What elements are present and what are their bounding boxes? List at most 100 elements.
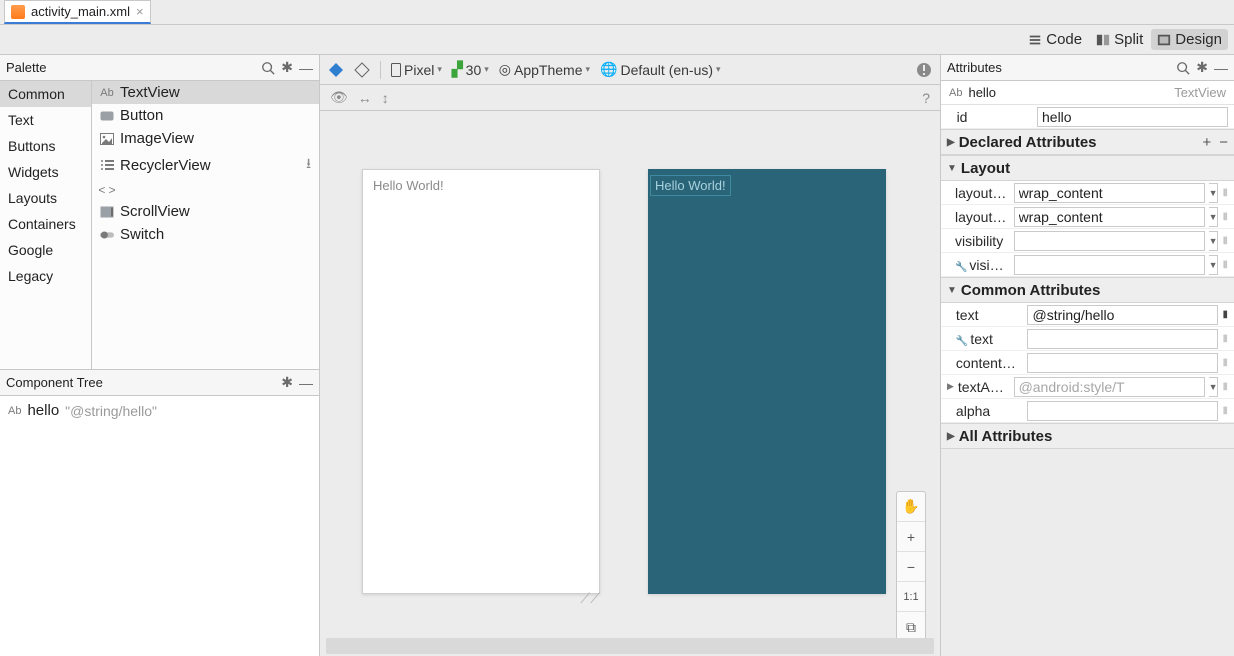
attr-input-layout-width[interactable] <box>1014 183 1205 203</box>
attr-flag-icon[interactable]: ▮ <box>1222 402 1228 420</box>
palette-category-buttons[interactable]: Buttons <box>0 133 91 159</box>
attr-flag-icon[interactable]: ▮ <box>1222 330 1228 348</box>
attr-flag-icon[interactable]: ▮ <box>1222 354 1228 372</box>
view-mode-split-label: Split <box>1114 31 1143 48</box>
attr-input-content-description[interactable] <box>1027 353 1218 373</box>
attr-input-layout-height[interactable] <box>1014 207 1205 227</box>
dropdown-icon[interactable]: ▼ <box>1209 377 1219 397</box>
dropdown-icon[interactable]: ▼ <box>1209 183 1219 203</box>
palette-item-switch[interactable]: Switch <box>92 223 319 246</box>
palette-settings-icon[interactable]: ✱ <box>281 59 293 76</box>
resize-handle-icon[interactable]: ⟋⟋ <box>580 590 600 607</box>
palette-search-icon[interactable] <box>261 61 275 75</box>
attr-row-layout-width: layout_width ▼ ▮ <box>941 181 1234 205</box>
attr-flag-icon[interactable]: ▮ <box>1222 256 1228 274</box>
attributes-header: Attributes ✱ — <box>941 55 1234 81</box>
palette-item-scrollview[interactable]: ScrollView <box>92 200 319 223</box>
locale-selector[interactable]: 🌐 Default (en-us) ▾ <box>600 61 721 78</box>
section-all-attributes[interactable]: ▶ All Attributes <box>941 423 1234 449</box>
download-icon[interactable]: ⭳ <box>306 153 311 177</box>
remove-attribute-icon[interactable]: − <box>1219 134 1228 151</box>
view-mode-code[interactable]: Code <box>1022 29 1088 50</box>
palette-category-google[interactable]: Google <box>0 237 91 263</box>
component-tree-node-hello[interactable]: Ab hello "@string/hello" <box>8 402 311 419</box>
scroll-icon <box>100 206 114 218</box>
palette-item-fragment[interactable]: < > <box>92 180 319 200</box>
visibility-icon[interactable]: 👁 <box>330 89 348 106</box>
preview-text-design[interactable]: Hello World! <box>363 170 599 201</box>
attr-flag-icon[interactable]: ▮ <box>1222 378 1228 396</box>
close-tab-icon[interactable]: × <box>136 4 144 19</box>
palette-category-widgets[interactable]: Widgets <box>0 159 91 185</box>
zoom-frame-button[interactable]: ⧉ <box>897 612 925 638</box>
toolbar-separator <box>380 61 381 79</box>
palette-item-recyclerview[interactable]: RecyclerView⭳ <box>92 150 319 180</box>
pan-tool-button[interactable]: ✋ <box>897 492 925 522</box>
attr-flag-icon[interactable]: ▮ <box>1222 208 1228 226</box>
dropdown-icon[interactable]: ▼ <box>1209 231 1219 251</box>
palette-category-legacy[interactable]: Legacy <box>0 263 91 289</box>
design-icon <box>1157 33 1171 47</box>
view-mode-code-label: Code <box>1046 31 1082 48</box>
api-selector[interactable]: ▞ 30 ▾ <box>452 61 489 78</box>
palette-minimize-icon[interactable]: — <box>299 60 313 76</box>
device-preview-blueprint[interactable]: Hello World! <box>648 169 886 594</box>
file-tab-activity-main[interactable]: activity_main.xml × <box>4 0 151 24</box>
expand-icon[interactable]: ▶ <box>947 381 954 392</box>
theme-selector[interactable]: ◎ AppTheme ▾ <box>499 61 590 78</box>
attr-label-text: text <box>956 307 1024 323</box>
section-common-attributes[interactable]: ▼ Common Attributes <box>941 277 1234 303</box>
zoom-fit-button[interactable]: 1:1 <box>897 582 925 612</box>
component-tree-minimize-icon[interactable]: — <box>299 375 313 391</box>
main-layout: Palette ✱ — CommonTextButtonsWidgetsLayo… <box>0 55 1234 656</box>
dropdown-icon[interactable]: ▼ <box>1209 207 1219 227</box>
section-layout[interactable]: ▼ Layout <box>941 155 1234 181</box>
attr-input-id[interactable] <box>1037 107 1228 127</box>
palette-item-label: ImageView <box>120 130 194 147</box>
attr-input-text[interactable] <box>1027 305 1218 325</box>
expand-horizontal-icon[interactable]: ↔ <box>358 90 372 106</box>
attr-input-alpha[interactable] <box>1027 401 1218 421</box>
palette-item-textview[interactable]: AbTextView <box>92 81 319 104</box>
attributes-minimize-icon[interactable]: — <box>1214 60 1228 76</box>
palette-category-containers[interactable]: Containers <box>0 211 91 237</box>
palette-header: Palette ✱ — <box>0 55 319 81</box>
attributes-search-icon[interactable] <box>1176 61 1190 75</box>
attr-flag-icon[interactable]: ▮ <box>1222 184 1228 202</box>
attr-label-content-description: contentDescrip... <box>956 355 1024 371</box>
palette-category-text[interactable]: Text <box>0 107 91 133</box>
palette-category-common[interactable]: Common <box>0 81 91 107</box>
canvas-zoom-tools: ✋ + − 1:1 ⧉ <box>896 491 926 638</box>
section-declared-attributes[interactable]: ▶ Declared Attributes + − <box>941 129 1234 155</box>
attr-input-text-appearance[interactable] <box>1014 377 1205 397</box>
help-icon[interactable]: ? <box>922 90 930 106</box>
palette-item-imageview[interactable]: ImageView <box>92 127 319 150</box>
warnings-icon[interactable] <box>916 62 932 78</box>
palette-categories: CommonTextButtonsWidgetsLayoutsContainer… <box>0 81 92 369</box>
palette-category-layouts[interactable]: Layouts <box>0 185 91 211</box>
dropdown-icon[interactable]: ▼ <box>1209 255 1219 275</box>
design-canvas[interactable]: Hello World! ⟋⟋ Hello World! ✋ + − 1:1 ⧉ <box>320 111 940 638</box>
attr-row-alpha: alpha ▮ <box>941 399 1234 423</box>
horizontal-scrollbar[interactable] <box>326 638 934 654</box>
view-mode-design[interactable]: Design <box>1151 29 1228 50</box>
add-attribute-icon[interactable]: + <box>1202 134 1211 151</box>
attributes-settings-icon[interactable]: ✱ <box>1196 59 1208 76</box>
preview-text-blueprint[interactable]: Hello World! <box>650 175 731 196</box>
expand-vertical-icon[interactable]: ↕ <box>382 90 389 106</box>
attr-flag-icon[interactable]: ▮ <box>1222 306 1228 324</box>
attr-input-tool-visibility[interactable] <box>1014 255 1205 275</box>
surface-mode-icon[interactable] <box>328 62 344 78</box>
view-mode-split[interactable]: Split <box>1090 29 1149 50</box>
palette-item-button[interactable]: Button <box>92 104 319 127</box>
attr-input-visibility[interactable] <box>1014 231 1205 251</box>
component-tree-node-ref: "@string/hello" <box>65 403 157 419</box>
device-selector[interactable]: Pixel ▾ <box>391 62 442 78</box>
orientation-icon[interactable] <box>354 62 370 78</box>
zoom-out-button[interactable]: − <box>897 552 925 582</box>
zoom-in-button[interactable]: + <box>897 522 925 552</box>
component-tree-settings-icon[interactable]: ✱ <box>281 374 293 391</box>
device-preview-design[interactable]: Hello World! ⟋⟋ <box>362 169 600 594</box>
attr-flag-icon[interactable]: ▮ <box>1222 232 1228 250</box>
attr-input-tool-text[interactable] <box>1027 329 1218 349</box>
